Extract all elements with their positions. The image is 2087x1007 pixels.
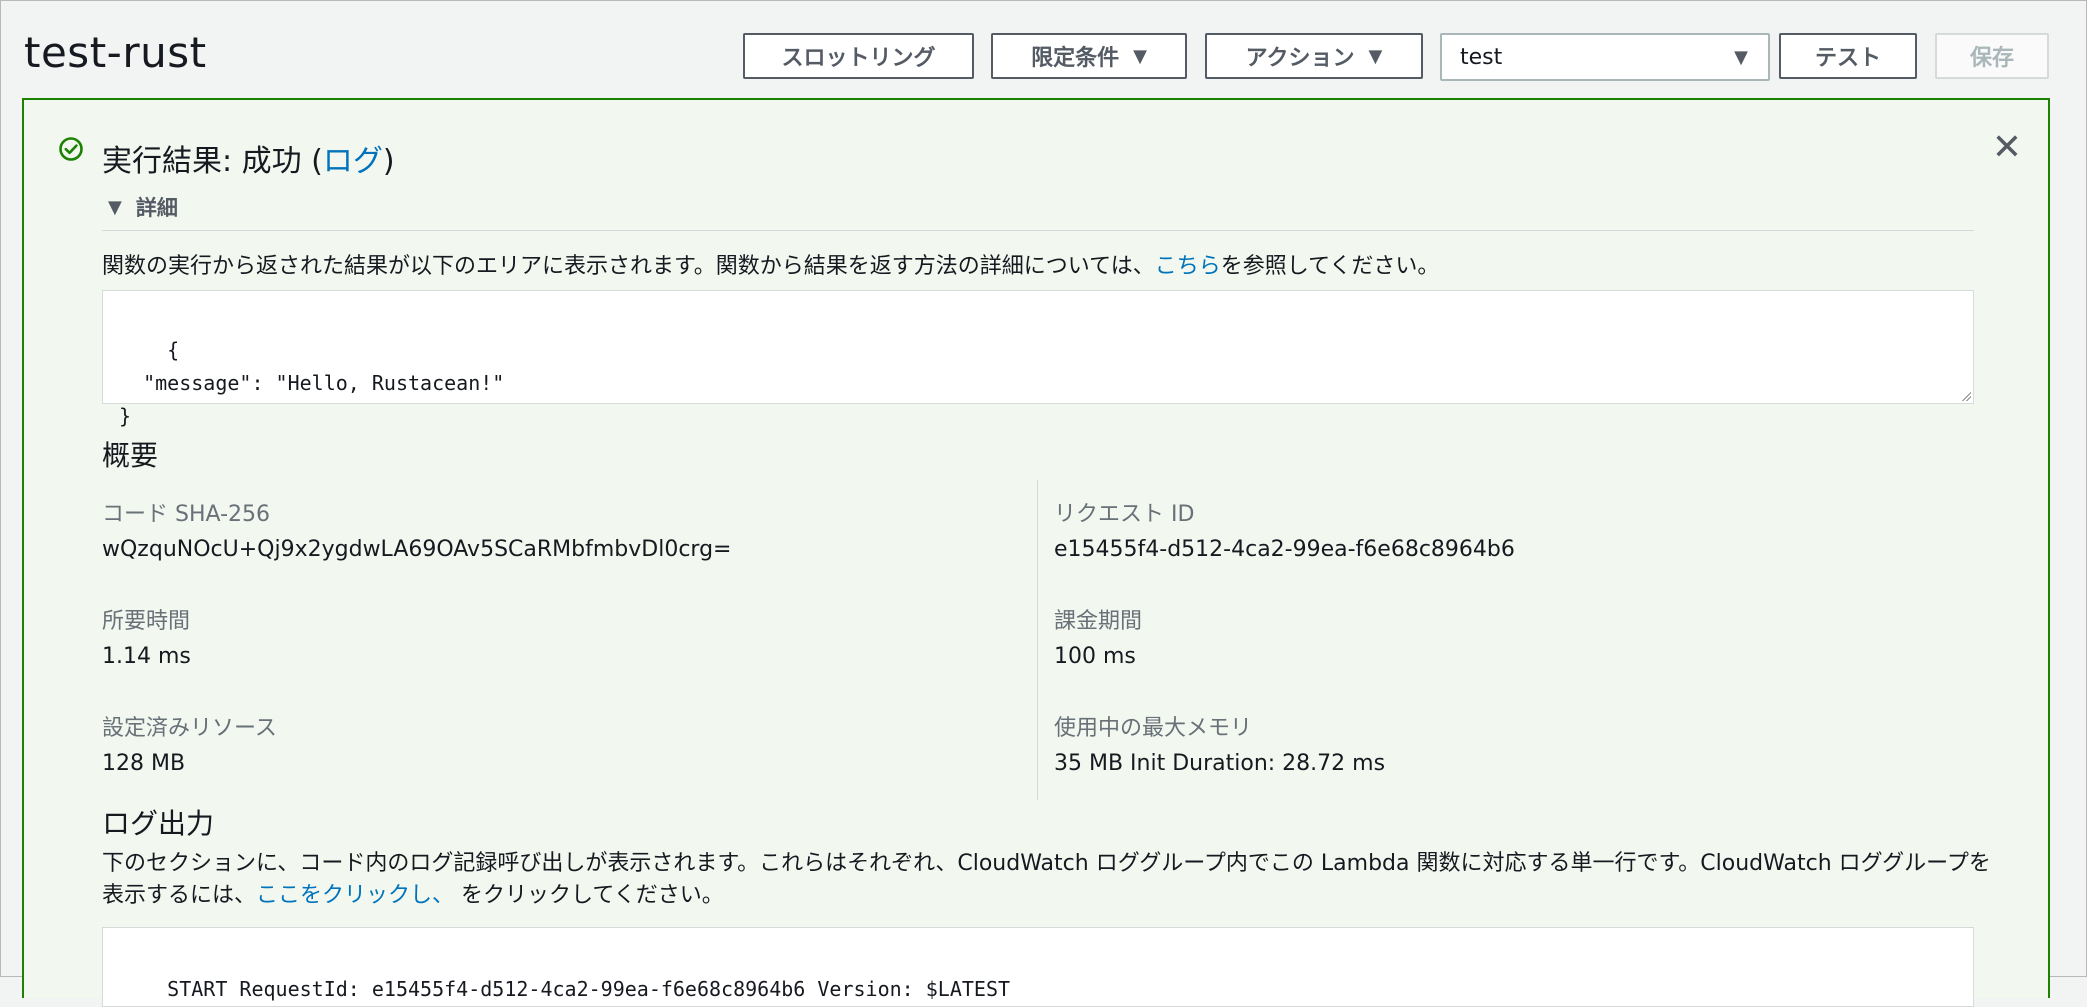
test-button-label: テスト bbox=[1814, 46, 1881, 71]
caret-down-icon: ▼ bbox=[1734, 46, 1748, 68]
caret-down-icon: ▼ bbox=[108, 196, 122, 218]
test-event-select[interactable]: test ▼ bbox=[1440, 33, 1770, 81]
return-value-docs-link[interactable]: こちら bbox=[1155, 254, 1221, 279]
billed-duration-label: 課金期間 bbox=[1054, 609, 1143, 634]
cloudwatch-log-group-link[interactable]: ここをクリックし、 bbox=[256, 883, 454, 908]
result-status-text: 実行結果: 成功 ( bbox=[102, 144, 323, 179]
configured-resources-value: 128 MB bbox=[102, 751, 186, 776]
max-memory-label: 使用中の最大メモリ bbox=[1054, 716, 1253, 741]
duration-value: 1.14 ms bbox=[102, 644, 191, 669]
test-event-value: test bbox=[1460, 44, 1503, 70]
summary-column-divider bbox=[1037, 480, 1038, 800]
max-memory-value: 35 MB Init Duration: 28.72 ms bbox=[1054, 751, 1386, 776]
qualifiers-button-label: 限定条件 bbox=[1031, 46, 1120, 71]
request-id-label: リクエスト ID bbox=[1054, 502, 1195, 527]
actions-dropdown-button[interactable]: アクション ▼ bbox=[1205, 33, 1423, 79]
save-button[interactable]: 保存 bbox=[1935, 33, 2049, 79]
resize-handle[interactable] bbox=[1961, 391, 1971, 401]
close-icon[interactable]: ✕ bbox=[1992, 130, 2022, 166]
details-toggle[interactable]: ▼ 詳細 bbox=[108, 192, 178, 222]
log-link[interactable]: ログ bbox=[323, 144, 383, 179]
function-title: test-rust bbox=[24, 28, 207, 77]
caret-down-icon: ▼ bbox=[1368, 45, 1383, 67]
result-output-text: { "message": "Hello, Rustacean!" } bbox=[119, 338, 505, 428]
check-circle-icon bbox=[59, 137, 83, 161]
actions-button-label: アクション bbox=[1245, 46, 1355, 71]
configured-resources-label: 設定済みリソース bbox=[102, 716, 277, 741]
code-sha-label: コード SHA-256 bbox=[102, 502, 270, 527]
request-id-value: e15455f4-d512-4ca2-99ea-f6e68c8964b6 bbox=[1054, 537, 1515, 562]
execution-result-panel: 実行結果: 成功 (ログ) ✕ ▼ 詳細 関数の実行から返された結果が以下のエリ… bbox=[22, 98, 2050, 1007]
result-output-textarea[interactable]: { "message": "Hello, Rustacean!" } bbox=[102, 290, 1974, 428]
throttle-button[interactable]: スロットリング bbox=[743, 33, 974, 79]
save-button-label: 保存 bbox=[1969, 46, 2014, 71]
caret-down-icon: ▼ bbox=[1133, 45, 1147, 67]
details-label: 詳細 bbox=[135, 196, 178, 220]
log-output-heading: ログ出力 bbox=[102, 807, 215, 840]
result-description-text: 関数の実行から返された結果が以下のエリアに表示されます。関数から結果を返す方法の… bbox=[102, 254, 1155, 279]
details-divider bbox=[102, 230, 1974, 231]
log-output-description-suffix: をクリックしてください。 bbox=[454, 883, 724, 908]
code-sha-value: wQzquNOcU+Qj9x2ygdwLA69OAv5SCaRMbfmbvDl0… bbox=[102, 537, 732, 562]
test-button[interactable]: テスト bbox=[1779, 33, 1917, 79]
qualifiers-dropdown-button[interactable]: 限定条件 ▼ bbox=[991, 33, 1187, 79]
log-output-description: 下のセクションに、コード内のログ記録呼び出しが表示されます。これらはそれぞれ、C… bbox=[102, 848, 2002, 912]
duration-label: 所要時間 bbox=[102, 609, 191, 634]
result-description: 関数の実行から返された結果が以下のエリアに表示されます。関数から結果を返す方法の… bbox=[102, 248, 1439, 280]
throttle-button-label: スロットリング bbox=[781, 46, 936, 71]
result-description-suffix: を参照してください。 bbox=[1220, 254, 1440, 279]
execution-result-title: 実行結果: 成功 (ログ) bbox=[102, 136, 395, 180]
log-output-lines: START RequestId: e15455f4-d512-4ca2-99ea… bbox=[167, 977, 1011, 1001]
summary-heading: 概要 bbox=[102, 439, 159, 472]
result-status-suffix: ) bbox=[382, 144, 395, 179]
log-output-textarea[interactable]: START RequestId: e15455f4-d512-4ca2-99ea… bbox=[102, 927, 1974, 1007]
billed-duration-value: 100 ms bbox=[1054, 644, 1136, 669]
